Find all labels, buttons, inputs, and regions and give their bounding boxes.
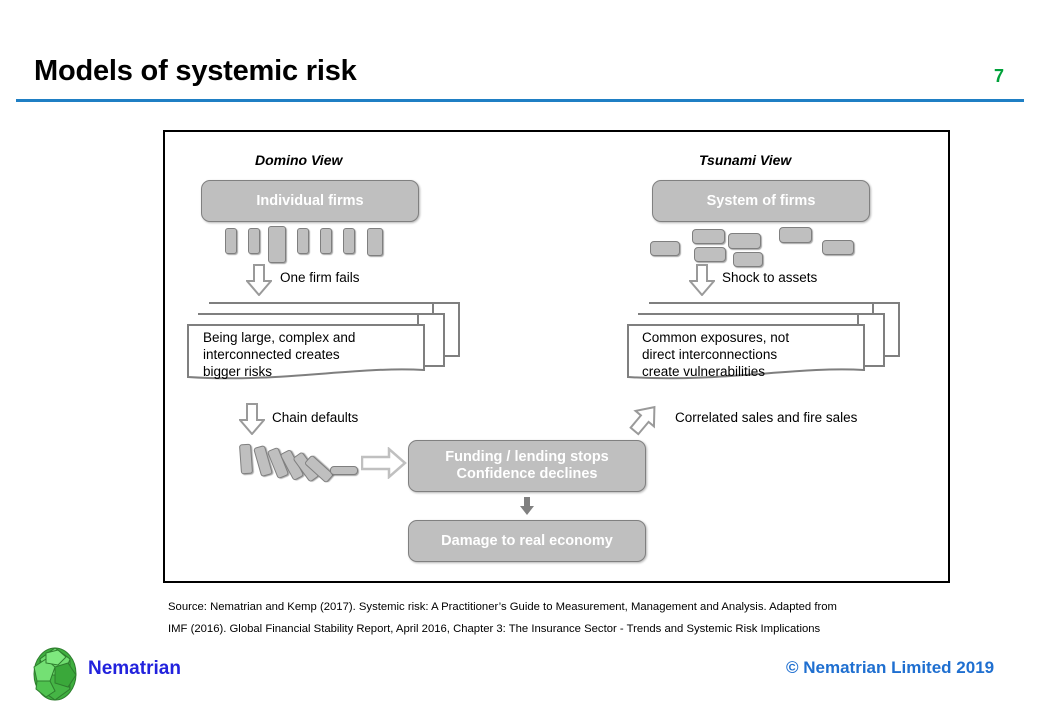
brand-name: Nematrian xyxy=(88,658,181,679)
domino-standing-7 xyxy=(367,228,383,256)
tsunami-tile-5 xyxy=(733,252,763,267)
domino-standing-6 xyxy=(343,228,355,254)
arrow-down-chain-defaults xyxy=(237,403,267,440)
domino-falling-1 xyxy=(238,443,254,475)
source-note-line-1: Source: Nematrian and Kemp (2017). Syste… xyxy=(168,601,837,613)
funding-box-line-2: Confidence declines xyxy=(456,466,598,482)
domino-standing-4 xyxy=(297,228,309,254)
caption-chain-defaults: Chain defaults xyxy=(272,410,359,425)
source-note-line-2: IMF (2016). Global Financial Stability R… xyxy=(168,623,821,636)
column-heading-domino: Domino View xyxy=(255,152,343,168)
domino-standing-2 xyxy=(248,228,260,254)
tsunami-tile-7 xyxy=(822,240,854,255)
box-individual-firms[interactable]: Individual firms xyxy=(201,180,419,222)
column-heading-tsunami: Tsunami View xyxy=(699,152,792,168)
page-title: Models of systemic risk xyxy=(34,55,357,87)
document-text-domino: Being large, complex and interconnected … xyxy=(203,330,356,379)
tsunami-tile-2 xyxy=(692,229,725,244)
tsunami-tile-6 xyxy=(779,227,812,243)
box-funding-lending-stops[interactable]: Funding / lending stops Confidence decli… xyxy=(408,440,646,492)
domino-standing-3 xyxy=(268,226,286,263)
tsunami-tile-3 xyxy=(694,247,726,262)
domino-falling-7 xyxy=(330,466,358,475)
page-number: 7 xyxy=(994,66,1005,86)
arrow-down-small-to-damage xyxy=(519,497,535,521)
funding-box-line-1: Funding / lending stops xyxy=(445,449,609,466)
tsunami-tile-1 xyxy=(650,241,680,256)
arrow-right-to-funding xyxy=(360,446,407,484)
caption-correlated-sales: Correlated sales and fire sales xyxy=(675,410,858,425)
caption-shock-to-assets: Shock to assets xyxy=(722,270,818,285)
nematrian-logo-icon xyxy=(26,645,84,703)
source-note: Source: Nematrian and Kemp (2017). Syste… xyxy=(168,596,988,640)
box-damage-to-real-economy[interactable]: Damage to real economy xyxy=(408,520,646,562)
copyright-text: © Nematrian Limited 2019 xyxy=(786,658,995,677)
slide-canvas: Models of systemic risk 7 Domino View Ts… xyxy=(0,0,1040,720)
header-rule xyxy=(16,99,1024,102)
tsunami-tile-4 xyxy=(728,233,761,249)
caption-one-firm-fails: One firm fails xyxy=(280,270,360,285)
domino-standing-1 xyxy=(225,228,237,254)
arrow-diagonal-correlated-sales xyxy=(627,400,661,441)
domino-standing-5 xyxy=(320,228,332,254)
box-system-of-firms[interactable]: System of firms xyxy=(652,180,870,222)
document-text-tsunami: Common exposures, not direct interconnec… xyxy=(642,330,790,379)
